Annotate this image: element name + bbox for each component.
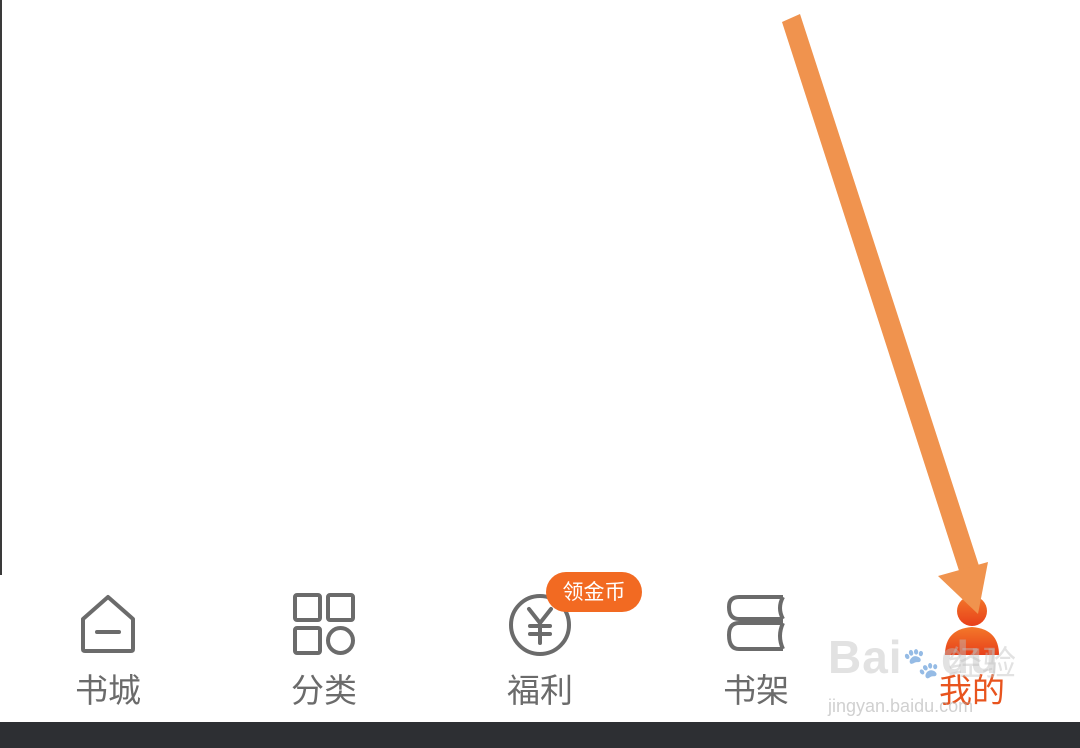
tab-label: 我的 <box>939 671 1005 710</box>
tab-label: 福利 <box>507 671 573 710</box>
bookshelf-icon <box>727 595 785 651</box>
profile-person-icon <box>945 596 999 655</box>
category-grid-icon <box>293 593 355 655</box>
bottom-tab-bar: 书城 分类 福利 书架 我的 <box>0 575 1080 722</box>
tab-label: 分类 <box>291 671 357 710</box>
home-icon <box>81 595 135 653</box>
content-area <box>2 0 1080 575</box>
tab-category[interactable]: 分类 <box>254 575 394 722</box>
coin-badge[interactable]: 领金币 <box>546 572 642 612</box>
tab-profile[interactable]: 我的 <box>902 575 1042 722</box>
tab-bookshelf[interactable]: 书架 <box>686 575 826 722</box>
tab-label: 书架 <box>723 671 789 710</box>
tab-label: 书城 <box>75 671 141 710</box>
system-navigation-bar <box>0 722 1080 748</box>
app-screen: 书城 分类 福利 书架 我的 领金币 Bai🐾du 经验 jingyan.bai… <box>0 0 1080 748</box>
tab-bookstore[interactable]: 书城 <box>38 575 178 722</box>
